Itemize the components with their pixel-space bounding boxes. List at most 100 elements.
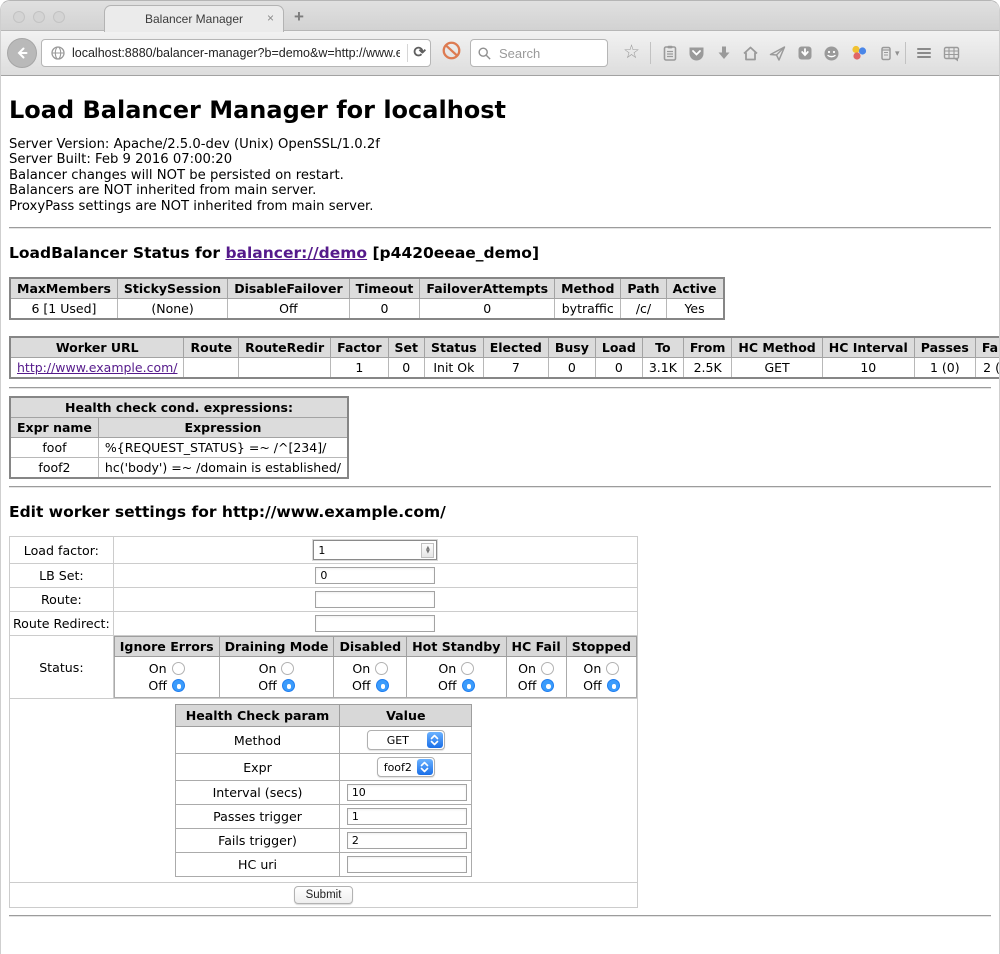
- col-disablefailover: DisableFailover: [228, 278, 349, 299]
- hc-expr-select[interactable]: foof2: [377, 757, 435, 777]
- off-label: Off: [438, 678, 457, 693]
- url-input[interactable]: [70, 45, 402, 61]
- off-label: Off: [352, 678, 371, 693]
- col-hc-fail: HC Fail: [506, 637, 566, 657]
- window-controls: [13, 11, 65, 23]
- balancer-demo-link[interactable]: balancer://demo: [225, 244, 367, 262]
- reload-button[interactable]: ⟳: [413, 45, 426, 61]
- radio-draining-mode-off[interactable]: [282, 679, 295, 692]
- radio-hc-fail-off[interactable]: [541, 679, 554, 692]
- col-busy: Busy: [548, 337, 595, 358]
- worker-status-table: Worker URL Route RouteRedir Factor Set S…: [9, 336, 1000, 379]
- cell-hc-interval: 10: [822, 358, 914, 379]
- menu-button[interactable]: [911, 40, 938, 66]
- minimize-window-button[interactable]: [33, 11, 45, 23]
- separator: [9, 387, 991, 389]
- new-tab-button[interactable]: +: [294, 7, 304, 27]
- hc-passes-input[interactable]: [347, 808, 467, 825]
- content-block-button[interactable]: [441, 40, 462, 66]
- hc-uri-input[interactable]: [347, 856, 467, 873]
- navigation-toolbar: ⟳ ☆: [1, 31, 999, 76]
- worker-url-link[interactable]: http://www.example.com/: [17, 360, 177, 375]
- radio-draining-mode-on[interactable]: [281, 662, 294, 675]
- route-input[interactable]: [315, 591, 435, 608]
- separator: [9, 486, 991, 488]
- save-page-icon: [796, 44, 814, 62]
- form-row-route: Route:: [10, 588, 638, 612]
- back-button[interactable]: [7, 38, 37, 68]
- downloads-button[interactable]: [710, 40, 737, 66]
- submit-button[interactable]: Submit: [294, 886, 354, 904]
- container-dropdown-icon[interactable]: ▾: [895, 48, 900, 59]
- number-stepper-icon[interactable]: ▲▼: [421, 543, 434, 558]
- route-redirect-input[interactable]: [315, 615, 435, 632]
- search-icon: [477, 46, 492, 61]
- toolbar-divider: [650, 42, 651, 64]
- expr-table-title: Health check cond. expressions:: [10, 397, 348, 418]
- radio-ignore-errors-off[interactable]: [172, 679, 185, 692]
- cell-failoverattempts: 0: [420, 299, 555, 320]
- radio-disabled-off[interactable]: [376, 679, 389, 692]
- status-cell-hc-fail: On Off: [506, 657, 566, 698]
- hc-interval-label: Interval (secs): [175, 781, 340, 805]
- radio-hot-standby-on[interactable]: [461, 662, 474, 675]
- hc-row-method: Method GET: [175, 727, 472, 754]
- cell-route: [184, 358, 239, 379]
- hc-fails-input[interactable]: [347, 832, 467, 849]
- cell-expr-name: foof: [10, 438, 98, 458]
- on-label: On: [149, 661, 167, 676]
- hc-interval-input[interactable]: [347, 784, 467, 801]
- col-hc-interval: HC Interval: [822, 337, 914, 358]
- lb-set-input[interactable]: [315, 567, 435, 584]
- col-stickysession: StickySession: [117, 278, 227, 299]
- keyboard-grid-button[interactable]: [938, 40, 965, 66]
- balancer-inherit-line: Balancers are NOT inherited from main se…: [9, 183, 991, 198]
- radio-hc-fail-on[interactable]: [541, 662, 554, 675]
- tab-close-icon[interactable]: ×: [267, 11, 274, 25]
- pocket-button[interactable]: [683, 40, 710, 66]
- col-path: Path: [621, 278, 666, 299]
- tab-title: Balancer Manager: [145, 12, 243, 26]
- status-header-row: Ignore Errors Draining Mode Disabled Hot…: [114, 637, 636, 657]
- radio-stopped-on[interactable]: [606, 662, 619, 675]
- url-bar[interactable]: ⟳: [41, 39, 431, 67]
- col-expression: Expression: [98, 418, 348, 438]
- col-disabled: Disabled: [334, 637, 407, 657]
- radio-stopped-off[interactable]: [607, 679, 620, 692]
- browser-window: Balancer Manager × + ⟳ ☆: [0, 0, 1000, 954]
- status-cell-ignore-errors: On Off: [114, 657, 219, 698]
- col-elected: Elected: [483, 337, 548, 358]
- cell-stickysession: (None): [117, 299, 227, 320]
- chat-button[interactable]: [818, 40, 845, 66]
- search-input[interactable]: [497, 45, 597, 62]
- load-factor-input[interactable]: [314, 544, 421, 557]
- expr-header-row: Expr name Expression: [10, 418, 348, 438]
- zoom-window-button[interactable]: [53, 11, 65, 23]
- radio-hot-standby-off[interactable]: [462, 679, 475, 692]
- search-bar[interactable]: [470, 39, 608, 67]
- cell-fails: 2 (0): [975, 358, 1000, 379]
- status-cell-stopped: On Off: [566, 657, 636, 698]
- route-label: Route:: [10, 588, 114, 612]
- reading-list-button[interactable]: [656, 40, 683, 66]
- col-hc-value: Value: [340, 705, 472, 727]
- hc-row-hc-uri: HC uri: [175, 853, 472, 877]
- select-arrows-icon: [417, 759, 433, 775]
- hc-uri-label: HC uri: [175, 853, 340, 877]
- colored-dots-button[interactable]: [845, 40, 872, 66]
- cell-to: 3.1K: [642, 358, 683, 379]
- send-button[interactable]: [764, 40, 791, 66]
- hc-row-fails: Fails trigger): [175, 829, 472, 853]
- on-label: On: [583, 661, 601, 676]
- home-button[interactable]: [737, 40, 764, 66]
- bookmark-star-button[interactable]: ☆: [618, 40, 645, 66]
- cell-status: Init Ok: [425, 358, 484, 379]
- radio-disabled-on[interactable]: [375, 662, 388, 675]
- save-page-button[interactable]: [791, 40, 818, 66]
- health-expressions-table: Health check cond. expressions: Expr nam…: [9, 396, 349, 479]
- close-window-button[interactable]: [13, 11, 25, 23]
- cell-load: 0: [595, 358, 642, 379]
- radio-ignore-errors-on[interactable]: [172, 662, 185, 675]
- hc-method-select[interactable]: GET: [367, 730, 445, 750]
- tab-balancer-manager[interactable]: Balancer Manager ×: [104, 5, 284, 32]
